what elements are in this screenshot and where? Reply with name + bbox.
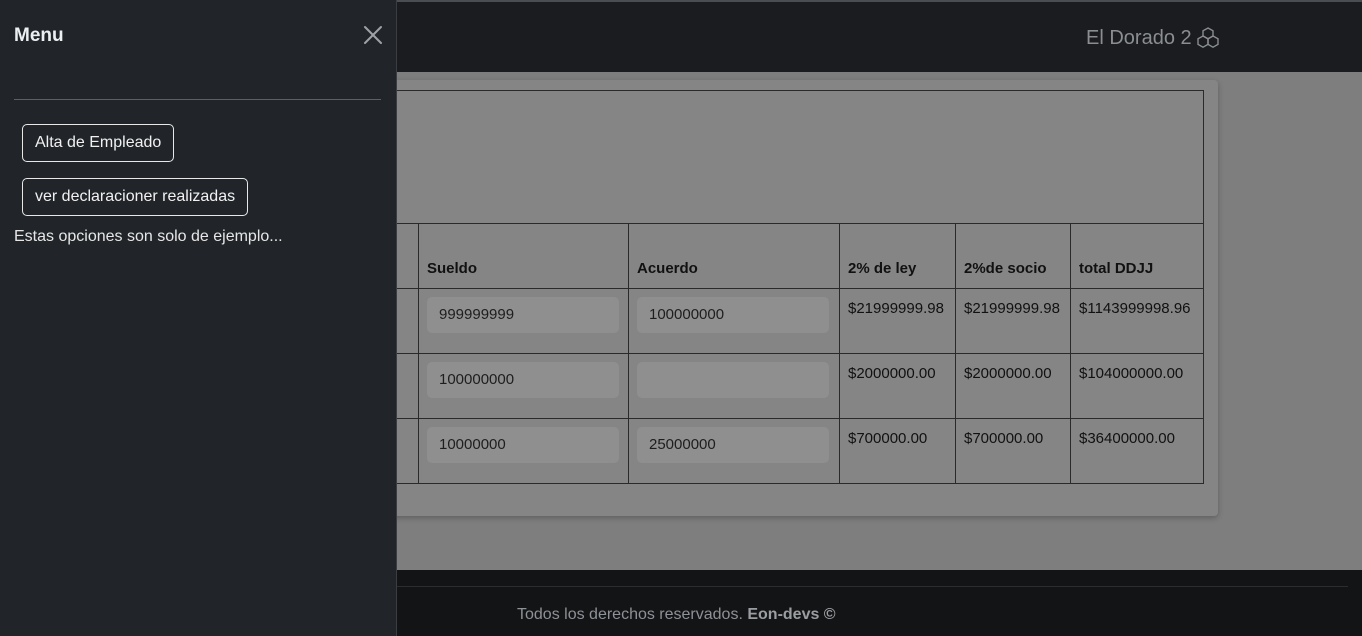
- table-row: 999999999 100000000 $21999999.98 $219999…: [396, 288, 1204, 354]
- col-header-sueldo: Sueldo: [418, 223, 629, 289]
- table-title-row: [396, 90, 1204, 224]
- socio-value: $21999999.98: [955, 288, 1071, 354]
- sueldo-input[interactable]: 999999999: [427, 297, 619, 333]
- col-header-hidden: [396, 223, 419, 289]
- acuerdo-input[interactable]: [637, 362, 829, 398]
- table-header-row: Sueldo Acuerdo 2% de ley 2%de socio tota…: [396, 223, 1204, 289]
- menu-note: Estas opciones son solo de ejemplo...: [14, 228, 283, 245]
- ver-declaraciones-button[interactable]: ver declaracioner realizadas: [22, 178, 249, 216]
- col-header-socio: 2%de socio: [955, 223, 1071, 289]
- ley-value: $21999999.98: [839, 288, 956, 354]
- footer-divider: [397, 586, 1348, 587]
- boxes-icon: [1196, 27, 1219, 49]
- acuerdo-input[interactable]: 100000000: [637, 297, 829, 333]
- total-value: $36400000.00: [1070, 418, 1204, 484]
- sueldo-input[interactable]: 10000000: [427, 427, 619, 463]
- col-header-acuerdo: Acuerdo: [628, 223, 840, 289]
- table-row: 10000000 25000000 $700000.00 $700000.00 …: [396, 418, 1204, 484]
- socio-value: $2000000.00: [955, 353, 1071, 419]
- socio-value: $700000.00: [955, 418, 1071, 484]
- footer-brand: Eon-devs ©: [747, 606, 836, 623]
- brand-name: El Dorado 2: [1086, 26, 1192, 49]
- brand[interactable]: El Dorado 2: [1086, 26, 1220, 50]
- col-header-ley: 2% de ley: [839, 223, 956, 289]
- col-header-total: total DDJJ: [1070, 223, 1204, 289]
- table-row: 100000000 $2000000.00 $2000000.00 $10400…: [396, 353, 1204, 419]
- menu-title: Menu: [14, 25, 64, 46]
- sueldo-input[interactable]: 100000000: [427, 362, 619, 398]
- close-icon[interactable]: [362, 24, 384, 46]
- ley-value: $2000000.00: [839, 353, 956, 419]
- ddjj-table: Sueldo Acuerdo 2% de ley 2%de socio tota…: [396, 90, 1204, 484]
- alta-empleado-button[interactable]: Alta de Empleado: [22, 124, 175, 162]
- menu-divider: [14, 99, 381, 100]
- offcanvas-menu: Menu Alta de Empleado ver declaracioner …: [0, 0, 397, 636]
- ley-value: $700000.00: [839, 418, 956, 484]
- total-value: $104000000.00: [1070, 353, 1204, 419]
- acuerdo-input[interactable]: 25000000: [637, 427, 829, 463]
- total-value: $1143999998.96: [1070, 288, 1204, 354]
- footer-text: Todos los derechos reservados. Eon-devs …: [517, 606, 836, 623]
